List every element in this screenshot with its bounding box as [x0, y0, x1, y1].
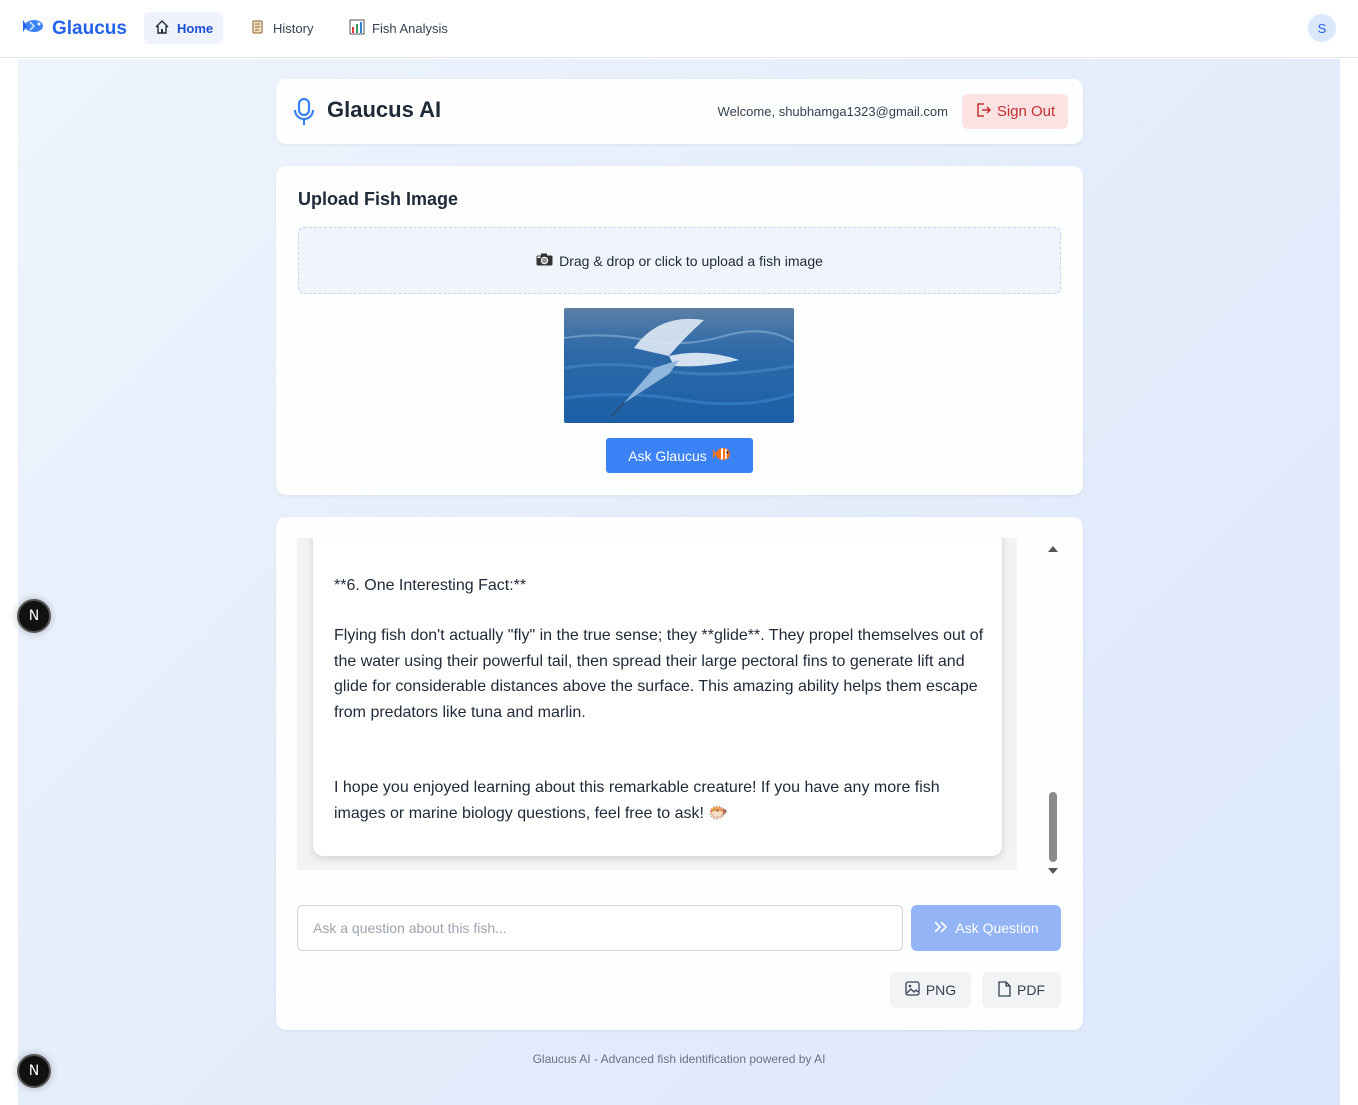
- nav-history[interactable]: History: [240, 12, 323, 44]
- header-card: Glaucus AI Welcome, shubhamga1323@gmail.…: [276, 79, 1083, 144]
- nav-history-label: History: [273, 20, 314, 36]
- camera-icon: [536, 253, 553, 269]
- ai-response-bubble: **6. One Interesting Fact:** Flying fish…: [313, 538, 1002, 856]
- brand-logo[interactable]: Glaucus: [22, 16, 127, 41]
- chat-scrollbar[interactable]: [1041, 538, 1065, 878]
- export-png-button[interactable]: PNG: [890, 972, 971, 1008]
- brand-name: Glaucus: [52, 17, 127, 39]
- user-avatar[interactable]: S: [1308, 14, 1336, 42]
- home-icon: [154, 19, 170, 38]
- nav-home[interactable]: Home: [144, 12, 223, 44]
- export-pdf-label: PDF: [1017, 982, 1045, 998]
- response-fact: Flying fish don't actually "fly" in the …: [334, 627, 984, 721]
- ask-question-label: Ask Question: [955, 920, 1039, 936]
- export-pdf-button[interactable]: PDF: [982, 972, 1061, 1008]
- response-heading: **6. One Interesting Fact:**: [334, 577, 527, 594]
- chat-card: **6. One Interesting Fact:** Flying fish…: [276, 517, 1083, 1030]
- dev-tools-badge[interactable]: N: [17, 599, 51, 633]
- dropzone-text: Drag & drop or click to upload a fish im…: [559, 252, 823, 269]
- image-icon: [905, 981, 920, 999]
- sign-out-button[interactable]: Sign Out: [962, 94, 1068, 129]
- ask-question-button[interactable]: Ask Question: [911, 905, 1061, 951]
- dev-tools-badge[interactable]: N: [17, 1054, 51, 1088]
- welcome-text: Welcome, shubhamga1323@gmail.com: [717, 104, 948, 119]
- fish-logo-icon: [22, 16, 46, 41]
- upload-card: Upload Fish Image Drag & drop or click t…: [276, 166, 1083, 495]
- tropical-fish-icon: [712, 446, 731, 465]
- uploaded-fish-image: [564, 308, 794, 423]
- export-png-label: PNG: [925, 982, 957, 998]
- ask-glaucus-label: Ask Glaucus: [628, 447, 707, 464]
- scroll-up-arrow-icon[interactable]: [1048, 546, 1058, 552]
- ask-glaucus-button[interactable]: Ask Glaucus: [606, 438, 753, 473]
- sign-out-label: Sign Out: [996, 103, 1056, 120]
- double-chevron-right-icon: [933, 920, 949, 937]
- scroll-down-arrow-icon[interactable]: [1048, 868, 1058, 874]
- scroll-icon: [250, 19, 266, 38]
- upload-title: Upload Fish Image: [298, 189, 459, 209]
- chat-scroll-area[interactable]: **6. One Interesting Fact:** Flying fish…: [297, 538, 1017, 870]
- nav-home-label: Home: [177, 20, 214, 36]
- bar-chart-icon: [349, 19, 365, 38]
- image-dropzone[interactable]: Drag & drop or click to upload a fish im…: [298, 227, 1061, 294]
- page-footer: Glaucus AI - Advanced fish identificatio…: [532, 1052, 826, 1066]
- question-input[interactable]: [297, 905, 903, 951]
- nav-fish-analysis[interactable]: Fish Analysis: [339, 12, 458, 44]
- response-closing: I hope you enjoyed learning about this r…: [334, 779, 940, 822]
- app-title: Glaucus AI: [327, 97, 442, 122]
- scrollbar-thumb[interactable]: [1049, 792, 1057, 862]
- top-navbar: Glaucus Home History Fish Analysis S: [0, 0, 1358, 58]
- sign-out-icon: [975, 102, 991, 122]
- nav-fish-analysis-label: Fish Analysis: [372, 20, 448, 36]
- file-icon: [998, 980, 1011, 1000]
- microphone-icon: [293, 97, 315, 132]
